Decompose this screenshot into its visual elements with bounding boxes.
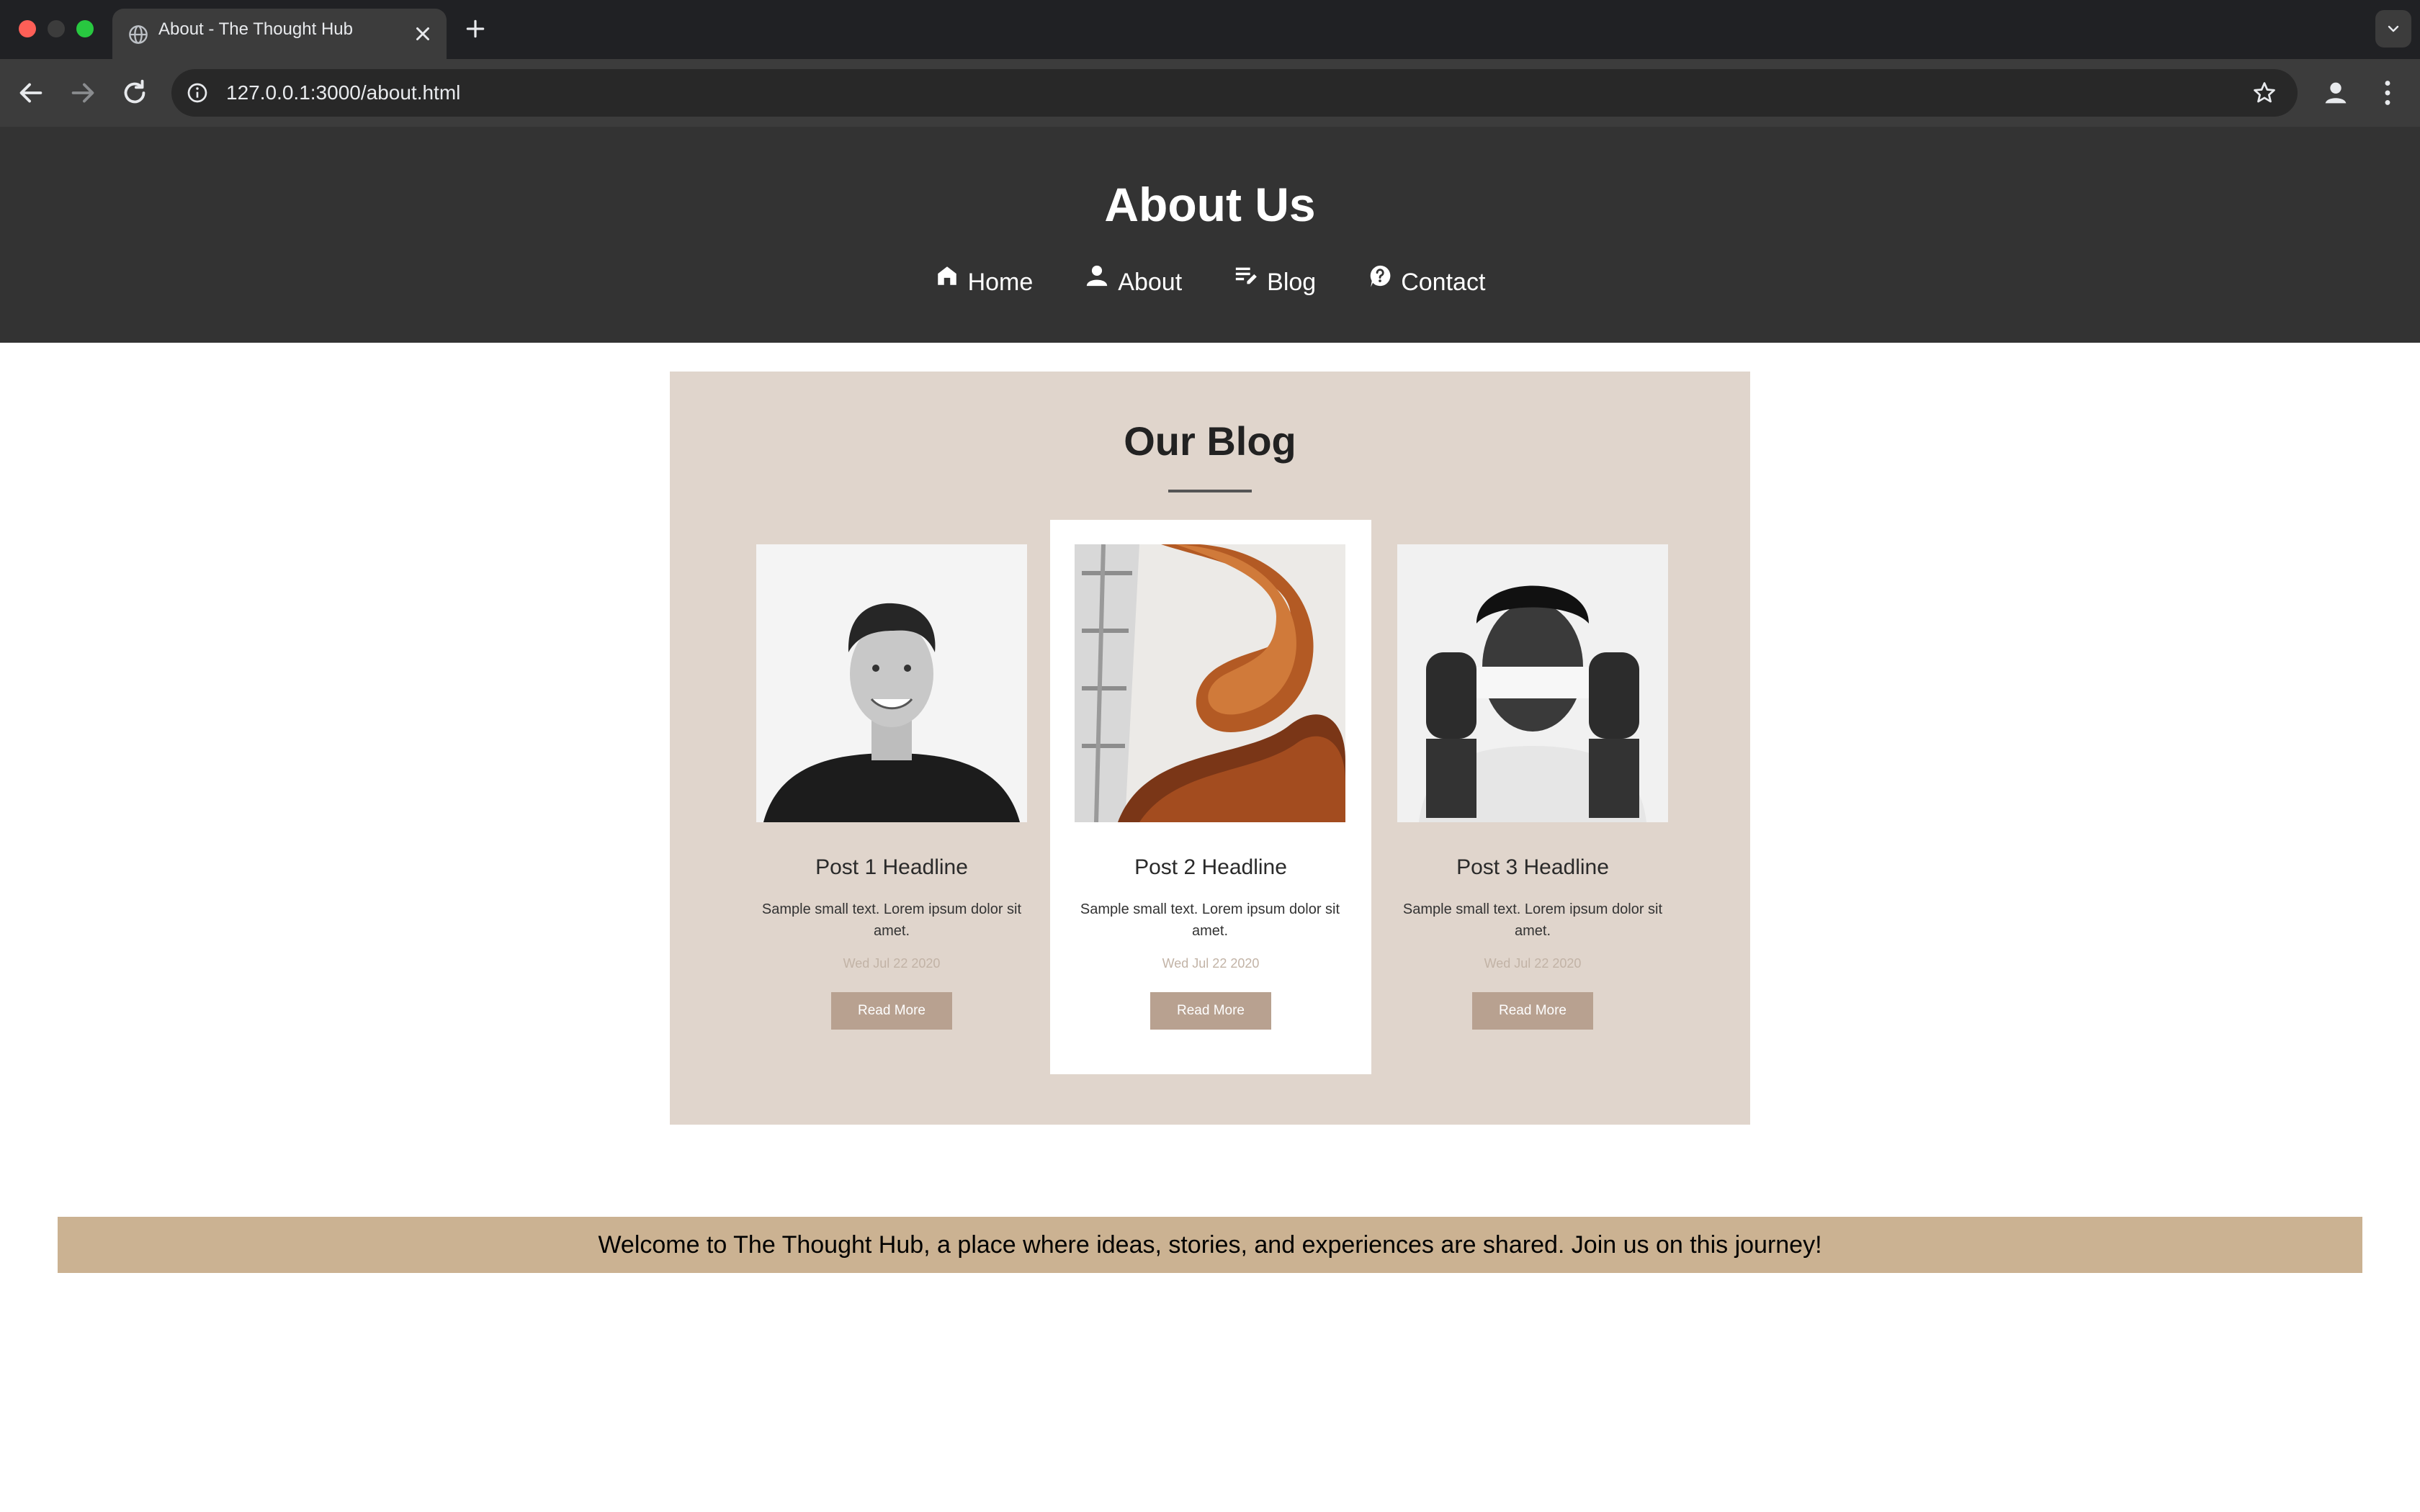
new-tab-icon[interactable] xyxy=(464,17,487,40)
close-window-button[interactable] xyxy=(19,20,36,37)
welcome-text: Welcome to The Thought Hub, a place wher… xyxy=(598,1230,1822,1259)
post-headline: Post 3 Headline xyxy=(1456,855,1609,879)
reload-icon[interactable] xyxy=(118,76,151,109)
site-header: About Us Home About Blog Contact xyxy=(0,127,2420,343)
tab-search-button[interactable] xyxy=(2375,10,2411,48)
nav-label-about: About xyxy=(1118,269,1183,296)
profile-icon[interactable] xyxy=(2319,76,2352,109)
blog-heading: Our Blog xyxy=(1124,418,1296,464)
close-tab-icon[interactable] xyxy=(412,23,434,45)
help-bubble-icon xyxy=(1370,265,1391,287)
back-arrow-icon[interactable] xyxy=(14,76,48,109)
heading-underline xyxy=(1168,490,1252,492)
edit-list-icon xyxy=(1235,267,1258,284)
globe-icon xyxy=(129,25,148,44)
blog-card-3: Post 3 Headline Sample small text. Lorem… xyxy=(1384,520,1706,1074)
post-text: Sample small text. Lorem ipsum dolor sit… xyxy=(761,901,1022,939)
nav-item-about[interactable]: About xyxy=(1085,264,1182,297)
maximize-window-button[interactable] xyxy=(76,20,94,37)
minimize-window-button[interactable] xyxy=(48,20,65,37)
nav-label-blog: Blog xyxy=(1267,269,1317,296)
post-text: Sample small text. Lorem ipsum dolor sit… xyxy=(1402,901,1663,939)
post-image-covered-eyes xyxy=(1397,544,1668,822)
blog-card-2: Post 2 Headline Sample small text. Lorem… xyxy=(1050,520,1371,1074)
post-headline: Post 2 Headline xyxy=(1134,855,1287,879)
post-date: Wed Jul 22 2020 xyxy=(1162,956,1260,971)
page-title: About Us xyxy=(1104,178,1316,231)
blog-section: Our Blog Post 1 Headline Sample small te… xyxy=(670,372,1750,1125)
person-icon xyxy=(1087,265,1108,287)
more-menu-icon[interactable] xyxy=(2371,76,2404,109)
browser-tab-active[interactable]: About - The Thought Hub xyxy=(112,9,447,59)
nav-label-home: Home xyxy=(967,269,1034,296)
bookmark-star-icon[interactable] xyxy=(2251,80,2277,106)
nav-item-blog[interactable]: Blog xyxy=(1234,264,1316,297)
read-more-button[interactable]: Read More xyxy=(1472,992,1593,1030)
nav-item-home[interactable]: Home xyxy=(935,264,1034,297)
nav-label-contact: Contact xyxy=(1401,269,1486,296)
post-headline: Post 1 Headline xyxy=(815,855,968,879)
blog-card-1: Post 1 Headline Sample small text. Lorem… xyxy=(743,520,1065,1074)
post-date: Wed Jul 22 2020 xyxy=(1484,956,1582,971)
chevron-down-icon xyxy=(2388,25,2399,32)
read-more-button[interactable]: Read More xyxy=(831,992,952,1030)
address-bar[interactable]: 127.0.0.1:3000/about.html xyxy=(171,69,2298,117)
post-text: Sample small text. Lorem ipsum dolor sit… xyxy=(1080,901,1340,939)
post-image-smiling-man xyxy=(756,544,1027,822)
site-info-icon[interactable] xyxy=(186,81,209,104)
forward-arrow-icon[interactable] xyxy=(66,76,99,109)
browser-tabstrip: About - The Thought Hub xyxy=(0,0,2420,59)
tab-title: About - The Thought Hub xyxy=(158,19,353,39)
read-more-button[interactable]: Read More xyxy=(1150,992,1271,1030)
url-text: 127.0.0.1:3000/about.html xyxy=(226,81,461,104)
nav-item-contact[interactable]: Contact xyxy=(1368,264,1485,297)
main-nav: Home About Blog Contact xyxy=(0,264,2420,297)
welcome-banner: Welcome to The Thought Hub, a place wher… xyxy=(58,1217,2362,1273)
browser-toolbar: 127.0.0.1:3000/about.html xyxy=(0,59,2420,127)
post-image-staircase xyxy=(1075,544,1345,822)
post-date: Wed Jul 22 2020 xyxy=(843,956,941,971)
home-icon xyxy=(937,266,956,285)
